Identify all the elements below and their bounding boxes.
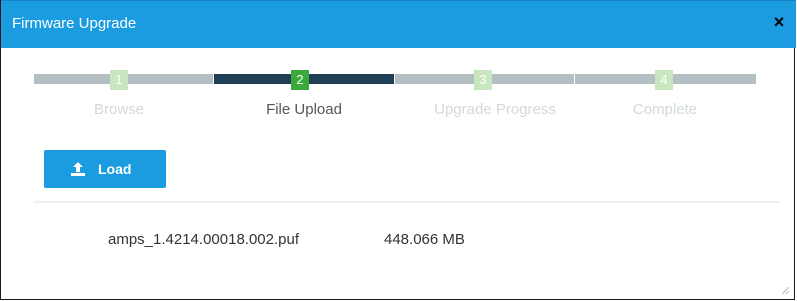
file-name: amps_1.4214.00018.002.puf [108,231,299,248]
step-1-badge: 1 [110,70,128,90]
upload-icon [71,162,85,176]
load-button[interactable]: Load [44,150,166,188]
load-button-label: Load [98,161,132,177]
dialog-title: Firmware Upgrade [12,15,137,32]
step-2-label: File Upload [266,101,342,118]
file-size: 448.066 MB [384,231,465,248]
dialog-titlebar: Firmware Upgrade × [1,0,796,48]
step-4-badge: 4 [655,70,673,90]
step-4-label: Complete [632,101,698,118]
step-3-label: Upgrade Progress [434,101,556,118]
step-2-badge: 2 [291,70,309,90]
divider [34,201,781,203]
step-1-label: Browse [93,101,145,118]
close-icon[interactable]: × [770,13,788,31]
step-3-badge: 3 [474,70,492,90]
firmware-upgrade-dialog: Firmware Upgrade × 1 2 3 4 Browse File U… [0,0,796,300]
resize-handle-icon[interactable] [780,285,790,295]
